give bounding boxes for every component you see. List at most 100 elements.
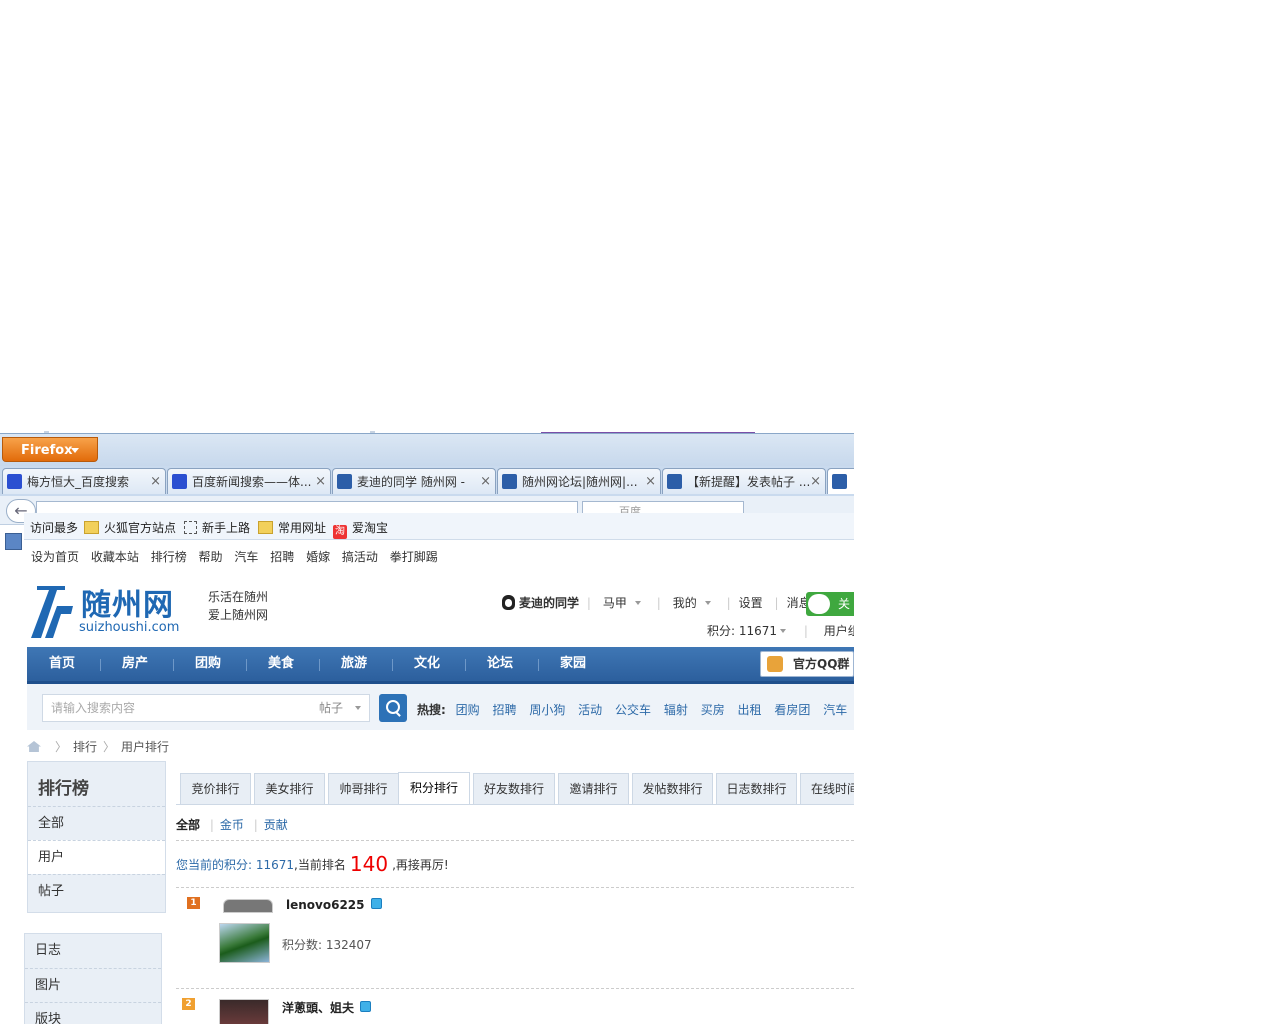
- hot-link[interactable]: 周小狗: [529, 703, 565, 717]
- nav-culture[interactable]: 文化: [414, 647, 440, 681]
- user-menu-mine[interactable]: 我的: [669, 596, 715, 610]
- search-type-select[interactable]: 帖子: [311, 694, 370, 722]
- tab-bid-ranking[interactable]: 竞价排行: [180, 773, 251, 804]
- nav-house[interactable]: 房产: [122, 647, 148, 681]
- hot-link[interactable]: 招聘: [492, 703, 516, 717]
- close-icon[interactable]: ×: [810, 469, 821, 494]
- firefox-menu-button[interactable]: Firefox: [2, 437, 98, 462]
- bookmark-firefox-site[interactable]: 火狐官方站点: [84, 519, 176, 536]
- user-menu-majia[interactable]: 马甲: [599, 596, 645, 610]
- user-name-link[interactable]: 洋蔥頭、姐夫: [282, 1001, 354, 1015]
- nav-forum[interactable]: 论坛: [487, 647, 513, 681]
- filter-all[interactable]: 全部: [176, 818, 200, 832]
- home-icon[interactable]: [27, 741, 41, 752]
- sidebar-item-users[interactable]: 用户: [28, 840, 165, 874]
- top-link[interactable]: 拳打脚踢: [390, 550, 438, 564]
- tab-label: 随州网论坛|随州网|...: [522, 475, 638, 489]
- browser-tab[interactable]: 百度新闻搜索——体... ×: [167, 468, 331, 494]
- top-link[interactable]: 招聘: [270, 550, 294, 564]
- my-rank-label: ,当前排名: [294, 858, 346, 872]
- tab-beauty-ranking[interactable]: 美女排行: [254, 773, 325, 804]
- top-link[interactable]: 搞活动: [342, 550, 378, 564]
- top-link[interactable]: 排行榜: [151, 550, 187, 564]
- sidebar-item-all[interactable]: 全部: [28, 806, 165, 840]
- chevron-down-icon: [71, 448, 79, 453]
- bookmark-common-sites[interactable]: 常用网址: [258, 519, 326, 536]
- nav-groupbuy[interactable]: 团购: [195, 647, 221, 681]
- hot-link[interactable]: 辐射: [664, 703, 688, 717]
- close-icon[interactable]: ×: [645, 469, 656, 494]
- nav-home[interactable]: 首页: [49, 647, 75, 681]
- username-link[interactable]: 麦迪的同学: [519, 596, 579, 610]
- user-photo[interactable]: [219, 923, 270, 963]
- user-group-link[interactable]: 用户组: [824, 624, 854, 638]
- hot-link[interactable]: 出租: [738, 703, 762, 717]
- tab-invite-ranking[interactable]: 邀请排行: [558, 773, 629, 804]
- sidebar-item-forums[interactable]: 版块: [25, 1002, 161, 1024]
- my-rank-suffix: ,再接再厉!: [392, 858, 449, 872]
- hot-link[interactable]: 公交车: [615, 703, 651, 717]
- close-icon[interactable]: ×: [150, 469, 161, 494]
- top-link[interactable]: 设为首页: [31, 550, 79, 564]
- score-dropdown[interactable]: 积分: 11671: [707, 624, 787, 638]
- tab-posts-ranking[interactable]: 发帖数排行: [632, 773, 713, 804]
- breadcrumb-current: 用户排行: [121, 740, 170, 754]
- sidebar-item-threads[interactable]: 帖子: [28, 874, 165, 908]
- logo-text: 随州网: [81, 588, 174, 623]
- sidebar-item-blogs[interactable]: 日志: [25, 934, 161, 967]
- bookmark-label: 访问最多: [30, 521, 79, 535]
- hot-link[interactable]: 买房: [701, 703, 725, 717]
- chevron-down-icon: [355, 706, 362, 710]
- bookmark-taobao[interactable]: 淘爱淘宝: [333, 519, 388, 539]
- nav-travel[interactable]: 旅游: [341, 647, 367, 681]
- score-bar: 积分: 11671 | 用户组: [707, 622, 854, 639]
- group-icon: [767, 656, 783, 672]
- hot-link[interactable]: 汽车: [823, 703, 847, 717]
- slogan-line: 乐活在随州: [208, 590, 269, 604]
- top-link[interactable]: 收藏本站: [91, 550, 139, 564]
- bookmark-most-visited[interactable]: 访问最多: [30, 519, 78, 536]
- sidebar-item-images[interactable]: 图片: [25, 968, 161, 1002]
- bookmark-getting-started[interactable]: 新手上路: [184, 519, 250, 536]
- tab-score-ranking[interactable]: 积分排行: [398, 772, 470, 805]
- site-logo[interactable]: 随州网 suizhoushi.com: [27, 580, 187, 640]
- user-menu-settings[interactable]: 设置: [739, 596, 763, 610]
- nav-food[interactable]: 美食: [268, 647, 294, 681]
- baidu-paw-icon: [7, 474, 22, 489]
- browser-tab[interactable]: 随州网论坛|随州网|... ×: [497, 468, 661, 494]
- breadcrumb-link[interactable]: 排行: [73, 740, 97, 754]
- tab-blogs-ranking[interactable]: 日志数排行: [716, 773, 797, 804]
- hot-link[interactable]: 活动: [578, 703, 602, 717]
- bookmark-label: 新手上路: [202, 521, 251, 535]
- sidebar-search-icon[interactable]: [5, 533, 22, 550]
- tab-online-ranking[interactable]: 在线时间: [800, 773, 854, 804]
- close-icon[interactable]: ×: [480, 469, 491, 494]
- wechat-follow-button[interactable]: 关注: [806, 592, 854, 616]
- top-link[interactable]: 婚嫁: [306, 550, 330, 564]
- tab-handsome-ranking[interactable]: 帅哥排行: [328, 773, 399, 804]
- browser-tab-active[interactable]: [827, 468, 854, 494]
- hot-link[interactable]: 团购: [456, 703, 480, 717]
- user-bar: 麦迪的同学 |马甲 |我的 |设置 |消息 |提醒: [498, 594, 854, 611]
- tab-friends-ranking[interactable]: 好友数排行: [473, 773, 555, 804]
- filter-gold[interactable]: 金币: [220, 818, 244, 832]
- top-link[interactable]: 帮助: [199, 550, 223, 564]
- qq-penguin-icon: [502, 595, 515, 610]
- rank-badge: 2: [182, 998, 195, 1010]
- chevron-down-icon: [780, 629, 787, 633]
- user-name-link[interactable]: lenovo6225: [286, 898, 365, 912]
- close-icon[interactable]: ×: [315, 469, 326, 494]
- browser-tab[interactable]: 麦迪的同学 随州网 - ×: [332, 468, 496, 494]
- qq-group-button[interactable]: 官方QQ群: [760, 651, 854, 677]
- top-link[interactable]: 汽车: [234, 550, 258, 564]
- search-button[interactable]: [379, 694, 407, 722]
- browser-tab[interactable]: 梅方恒大_百度搜索 ×: [2, 468, 166, 494]
- avatar[interactable]: [219, 999, 269, 1024]
- filter-contribution[interactable]: 贡献: [264, 818, 288, 832]
- taobao-icon: 淘: [333, 525, 347, 539]
- search-input[interactable]: 请输入搜索内容: [42, 694, 312, 722]
- avatar[interactable]: [223, 899, 273, 913]
- browser-tab[interactable]: 【新提醒】发表帖子 ... ×: [662, 468, 826, 494]
- hot-link[interactable]: 看房团: [774, 703, 810, 717]
- nav-homeland[interactable]: 家园: [560, 647, 586, 681]
